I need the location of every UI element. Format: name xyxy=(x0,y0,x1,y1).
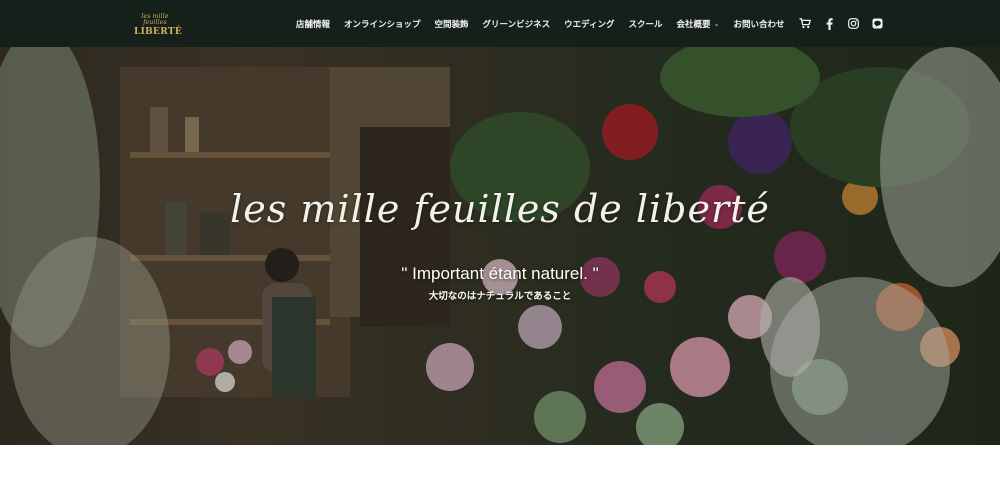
nav-item-wedding[interactable]: ウエディング xyxy=(564,18,614,30)
cart-icon[interactable] xyxy=(798,17,812,31)
nav-item-online-shop[interactable]: オンラインショップ xyxy=(344,18,421,30)
hero-subtitle: " Important étant naturel. " xyxy=(401,264,599,283)
nav-item-green-business[interactable]: グリーンビジネス xyxy=(483,18,551,30)
nav-item-label: お問い合わせ xyxy=(733,19,785,30)
logo-script-text: les mille feuilles xyxy=(141,13,169,26)
nav-item-school[interactable]: スクール xyxy=(629,18,663,30)
line-icon[interactable] xyxy=(870,17,884,31)
hero-dim-overlay xyxy=(0,47,1000,445)
nav-item-label: 店舗情報 xyxy=(296,19,331,30)
logo-word-text: LIBERTÉ xyxy=(134,27,182,37)
hero-title: les mille feuilles de liberté xyxy=(230,187,770,231)
nav-item-store-info[interactable]: 店舗情報 xyxy=(296,18,330,30)
hero-banner: les mille feuilles de liberté " Importan… xyxy=(0,47,1000,445)
top-navigation-bar: les mille feuilles LIBERTÉ 店舗情報 オンラインショッ… xyxy=(0,0,1000,47)
site-logo[interactable]: les mille feuilles LIBERTÉ xyxy=(134,12,182,37)
nav-item-company-overview[interactable]: 会社概要 ⌄ xyxy=(677,18,720,30)
nav-item-label: 空間装飾 xyxy=(434,19,469,30)
chevron-down-icon: ⌄ xyxy=(713,19,720,28)
nav-item-label: グリーンビジネス xyxy=(482,19,551,30)
instagram-icon[interactable] xyxy=(846,17,860,31)
nav-item-space-decoration[interactable]: 空間装飾 xyxy=(435,18,469,30)
nav-item-contact[interactable]: お問い合わせ xyxy=(733,18,784,30)
facebook-icon[interactable] xyxy=(822,17,836,31)
nav-item-label: オンラインショップ xyxy=(344,19,421,30)
nav-item-label: 会社概要 xyxy=(676,19,711,30)
main-menu: 店舗情報 オンラインショップ 空間装飾 グリーンビジネス ウエディング スクール… xyxy=(296,0,894,47)
nav-item-label: スクール xyxy=(628,19,663,30)
nav-item-label: ウエディング xyxy=(564,19,615,30)
hero-subtitle-japanese: 大切なのはナチュラルであること xyxy=(428,291,572,302)
content-area xyxy=(0,445,1000,487)
